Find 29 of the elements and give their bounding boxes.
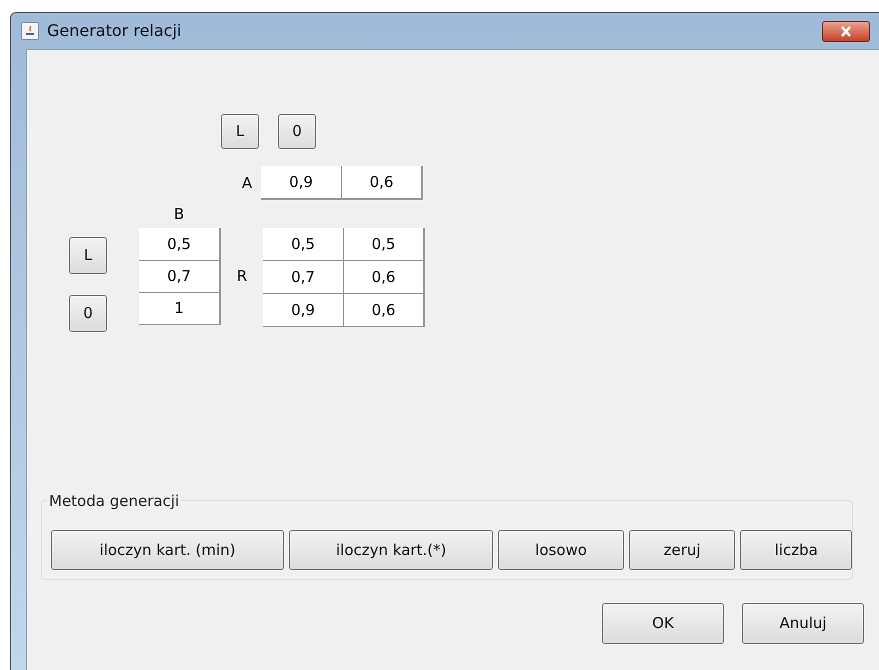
row-button[interactable]: L (69, 237, 107, 274)
table-cell[interactable]: 0,6 (341, 166, 421, 198)
method-button[interactable]: losowo (498, 530, 624, 570)
column-button[interactable]: 0 (278, 114, 316, 149)
table-cell[interactable]: 0,5 (263, 228, 343, 260)
a-label: A (240, 172, 254, 194)
r-label: R (236, 266, 248, 287)
method-button[interactable]: liczba (740, 530, 852, 570)
table-cell[interactable]: 0,6 (343, 261, 423, 293)
table-cell[interactable]: 0,5 (343, 228, 423, 260)
method-button[interactable]: iloczyn kart. (min) (51, 530, 284, 570)
dialog-button[interactable]: Anuluj (742, 603, 864, 644)
close-button[interactable] (822, 20, 870, 42)
table-cell[interactable]: 0,9 (263, 294, 343, 326)
row-button[interactable]: 0 (69, 295, 107, 332)
close-icon (840, 26, 852, 36)
table-cell[interactable]: 0,7 (263, 261, 343, 293)
table-cell[interactable]: 0,5 (139, 228, 219, 260)
dialog-button[interactable]: OK (602, 603, 724, 644)
method-button[interactable]: iloczyn kart.(*) (289, 530, 494, 570)
app-icon (21, 22, 39, 40)
table-cell[interactable]: 0,9 (261, 166, 341, 198)
table-cell[interactable]: 0,6 (343, 294, 423, 326)
window-title: Generator relacji (47, 20, 182, 42)
column-button[interactable]: L (221, 114, 259, 149)
b-label: B (174, 204, 184, 225)
table-cell[interactable]: 0,7 (139, 260, 219, 292)
table-cell[interactable]: 1 (139, 292, 219, 324)
method-button[interactable]: zeruj (628, 530, 736, 570)
